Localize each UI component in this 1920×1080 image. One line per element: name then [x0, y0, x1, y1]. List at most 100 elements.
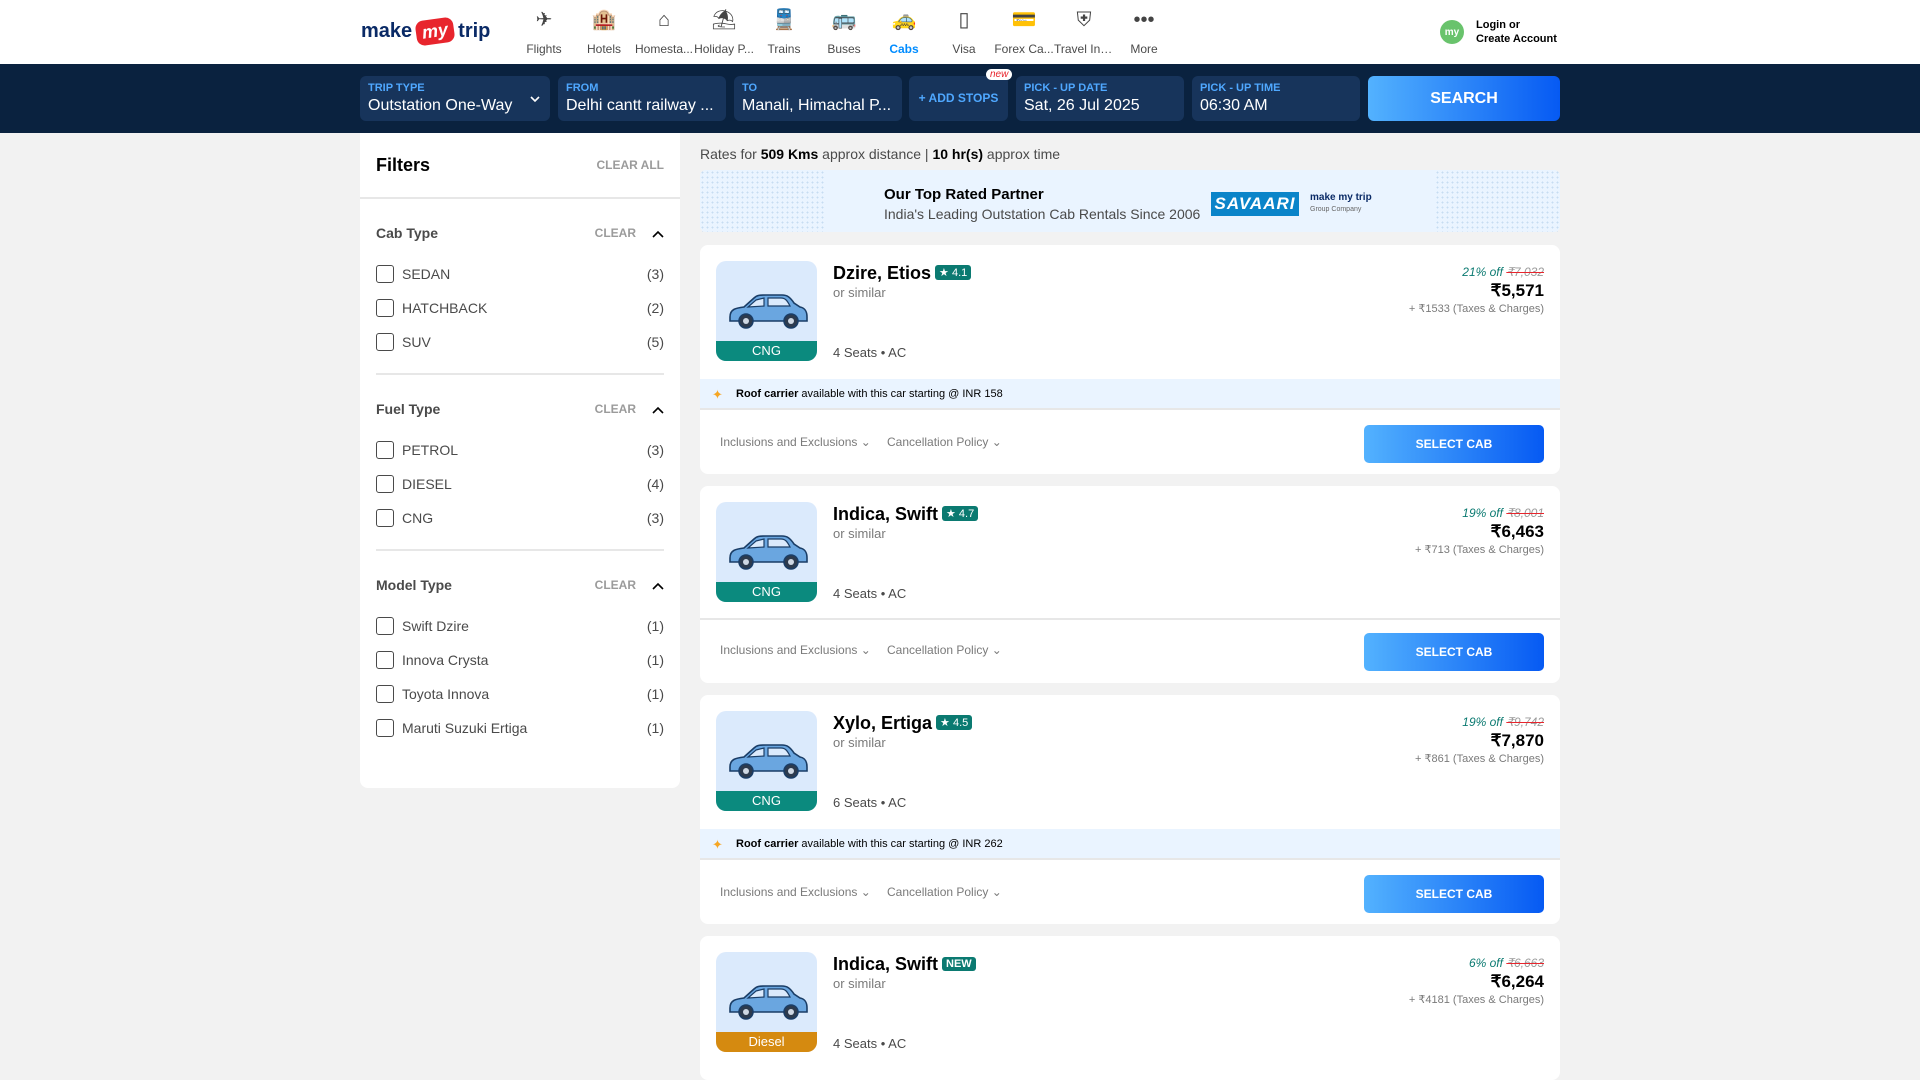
search-button[interactable]: SEARCH [1368, 76, 1560, 121]
filter-option-label: Innova Crysta [402, 652, 489, 668]
filter-option-label: DIESEL [402, 476, 452, 492]
logo-trip: trip [458, 19, 491, 42]
from-field[interactable]: FROM Delhi cantt railway ... [558, 76, 726, 121]
filter-option[interactable]: Toyota Innova (1) [376, 677, 664, 711]
filter-option[interactable]: CNG (3) [376, 501, 664, 535]
seats-info: 4 Seats • AC [833, 1036, 907, 1051]
filter-option-label: SEDAN [402, 266, 451, 282]
select-cab-button[interactable]: SELECT CAB [1364, 425, 1544, 463]
filters-header: Filters CLEAR ALL [360, 133, 680, 199]
chevron-up-icon[interactable] [652, 401, 664, 417]
pickup-time-field[interactable]: PICK - UP TIME 06:30 AM [1192, 76, 1360, 121]
filter-section-fuel-type: Fuel Type CLEAR PETROL (3) DIESEL (4) CNG (3) [360, 375, 680, 535]
inclusions-exclusions-link[interactable]: Inclusions and Exclusions ⌄ [720, 643, 871, 657]
checkbox[interactable] [376, 651, 394, 669]
checkbox[interactable] [376, 719, 394, 737]
chevron-down-icon: ⌄ [860, 435, 871, 449]
nav-visa[interactable]: ▯ Visa [934, 6, 994, 56]
clear-button[interactable]: CLEAR [595, 578, 636, 592]
or-similar-label: or similar [833, 735, 886, 750]
filter-section-controls: CLEAR [595, 225, 664, 241]
select-cab-button[interactable]: SELECT CAB [1364, 875, 1544, 913]
partner-banner: Our Top Rated Partner India's Leading Ou… [700, 170, 1560, 232]
filter-option[interactable]: HATCHBACK (2) [376, 291, 664, 325]
nav-more[interactable]: ••• More [1114, 6, 1174, 56]
car-name: Indica, Swift NEW [833, 954, 976, 975]
filter-option[interactable]: PETROL (3) [376, 433, 664, 467]
checkbox[interactable] [376, 509, 394, 527]
chevron-up-icon[interactable] [652, 225, 664, 241]
nav-holiday-p[interactable]: ⛱ Holiday P... [694, 6, 754, 56]
trip-type-field[interactable]: TRIP TYPE Outstation One-Way [360, 76, 550, 121]
car-name: Dzire, Etios ★ 4.1 [833, 263, 972, 284]
inclusions-label: Inclusions and Exclusions [720, 885, 858, 899]
makemytrip-logo[interactable]: make my trip [361, 14, 490, 48]
nav-travel-ins[interactable]: ⛨ Travel Ins... [1054, 6, 1114, 56]
nav-trains[interactable]: 🚆 Trains [754, 6, 814, 56]
fuel-badge: CNG [716, 582, 817, 602]
filter-option[interactable]: SUV (5) [376, 325, 664, 359]
checkbox[interactable] [376, 617, 394, 635]
nav-buses[interactable]: 🚌 Buses [814, 6, 874, 56]
filters-panel: Filters CLEAR ALL Cab Type CLEAR SEDAN (3) H… [360, 133, 680, 788]
cancellation-policy-link[interactable]: Cancellation Policy ⌄ [887, 885, 1002, 899]
filter-section-cab-type: Cab Type CLEAR SEDAN (3) HATCHBACK (2) SUV (5) [360, 199, 680, 359]
nav-forex-ca[interactable]: 💳 Forex Ca... [994, 6, 1054, 56]
checkbox[interactable] [376, 333, 394, 351]
car-name-text: Indica, Swift [833, 954, 939, 974]
filter-option-count: (3) [646, 510, 664, 526]
to-field[interactable]: TO Manali, Himachal P... [734, 76, 902, 121]
hotels-icon: 🏨 [591, 9, 617, 31]
add-stops-button[interactable]: + ADD STOPS [909, 76, 1008, 121]
roof-carrier-notice: ✦ Roof carrier available with this car st… [700, 829, 1560, 860]
filter-option[interactable]: Maruti Suzuki Ertiga (1) [376, 711, 664, 745]
discount-line: 21% off ₹7,032 [1409, 265, 1544, 279]
nav-hotels[interactable]: 🏨 Hotels [574, 6, 634, 56]
checkbox[interactable] [376, 441, 394, 459]
filter-option[interactable]: SEDAN (3) [376, 257, 664, 291]
select-cab-button[interactable]: SELECT CAB [1364, 633, 1544, 671]
checkbox[interactable] [376, 265, 394, 283]
pickup-date-label: PICK - UP DATE [1024, 82, 1108, 94]
rating-badge: ★ 4.7 [942, 506, 979, 521]
inclusions-exclusions-link[interactable]: Inclusions and Exclusions ⌄ [720, 435, 871, 449]
filter-option[interactable]: DIESEL (4) [376, 467, 664, 501]
cab-card: CNG Indica, Swift ★ 4.7 or similar 4 Seats •… [700, 486, 1560, 683]
filter-option-label: PETROL [402, 442, 459, 458]
final-price: ₹6,264 [1490, 972, 1544, 991]
filter-section-header: Model Type CLEAR [376, 551, 664, 609]
chevron-up-icon[interactable] [652, 577, 664, 593]
filter-option-count: (4) [646, 476, 664, 492]
chevron-down-icon: ⌄ [991, 885, 1002, 899]
filter-option[interactable]: Swift Dzire (1) [376, 609, 664, 643]
cab-card: CNG Xylo, Ertiga ★ 4.5 or similar 6 Seats • … [700, 695, 1560, 924]
filter-option[interactable]: Innova Crysta (1) [376, 643, 664, 677]
login-button[interactable]: my Login or Create Account [1440, 18, 1557, 46]
cancellation-policy-link[interactable]: Cancellation Policy ⌄ [887, 643, 1002, 657]
nav-cabs[interactable]: 🚕 Cabs [874, 6, 934, 56]
checkbox[interactable] [376, 475, 394, 493]
filter-option-count: (2) [646, 300, 664, 316]
nav-homesta[interactable]: ⌂ Homesta... [634, 6, 694, 56]
decorative-dots [1435, 170, 1560, 232]
cancellation-policy-link[interactable]: Cancellation Policy ⌄ [887, 435, 1002, 449]
fuel-badge: Diesel [716, 1032, 817, 1052]
filter-option-label: Swift Dzire [402, 618, 469, 634]
login-line2: Create Account [1476, 33, 1557, 45]
cab-card: CNG Dzire, Etios ★ 4.1 or similar 4 Seats • … [700, 245, 1560, 474]
inclusions-exclusions-link[interactable]: Inclusions and Exclusions ⌄ [720, 885, 871, 899]
checkbox[interactable] [376, 685, 394, 703]
clear-button[interactable]: CLEAR [595, 226, 636, 240]
pickup-date-field[interactable]: PICK - UP DATE Sat, 26 Jul 2025 [1016, 76, 1184, 121]
new-badge: new [986, 69, 1013, 80]
clear-button[interactable]: CLEAR [595, 402, 636, 416]
car-name-text: Indica, Swift [833, 504, 939, 524]
car-name: Xylo, Ertiga ★ 4.5 [833, 713, 973, 734]
discount-percent: 19% off [1462, 715, 1503, 729]
filter-option-count: (3) [646, 442, 664, 458]
car-name-text: Dzire, Etios [833, 263, 932, 283]
checkbox[interactable] [376, 299, 394, 317]
nav-flights[interactable]: ✈ Flights [514, 6, 574, 56]
filter-section-title: Cab Type [376, 225, 438, 241]
clear-all-button[interactable]: CLEAR ALL [596, 158, 664, 172]
